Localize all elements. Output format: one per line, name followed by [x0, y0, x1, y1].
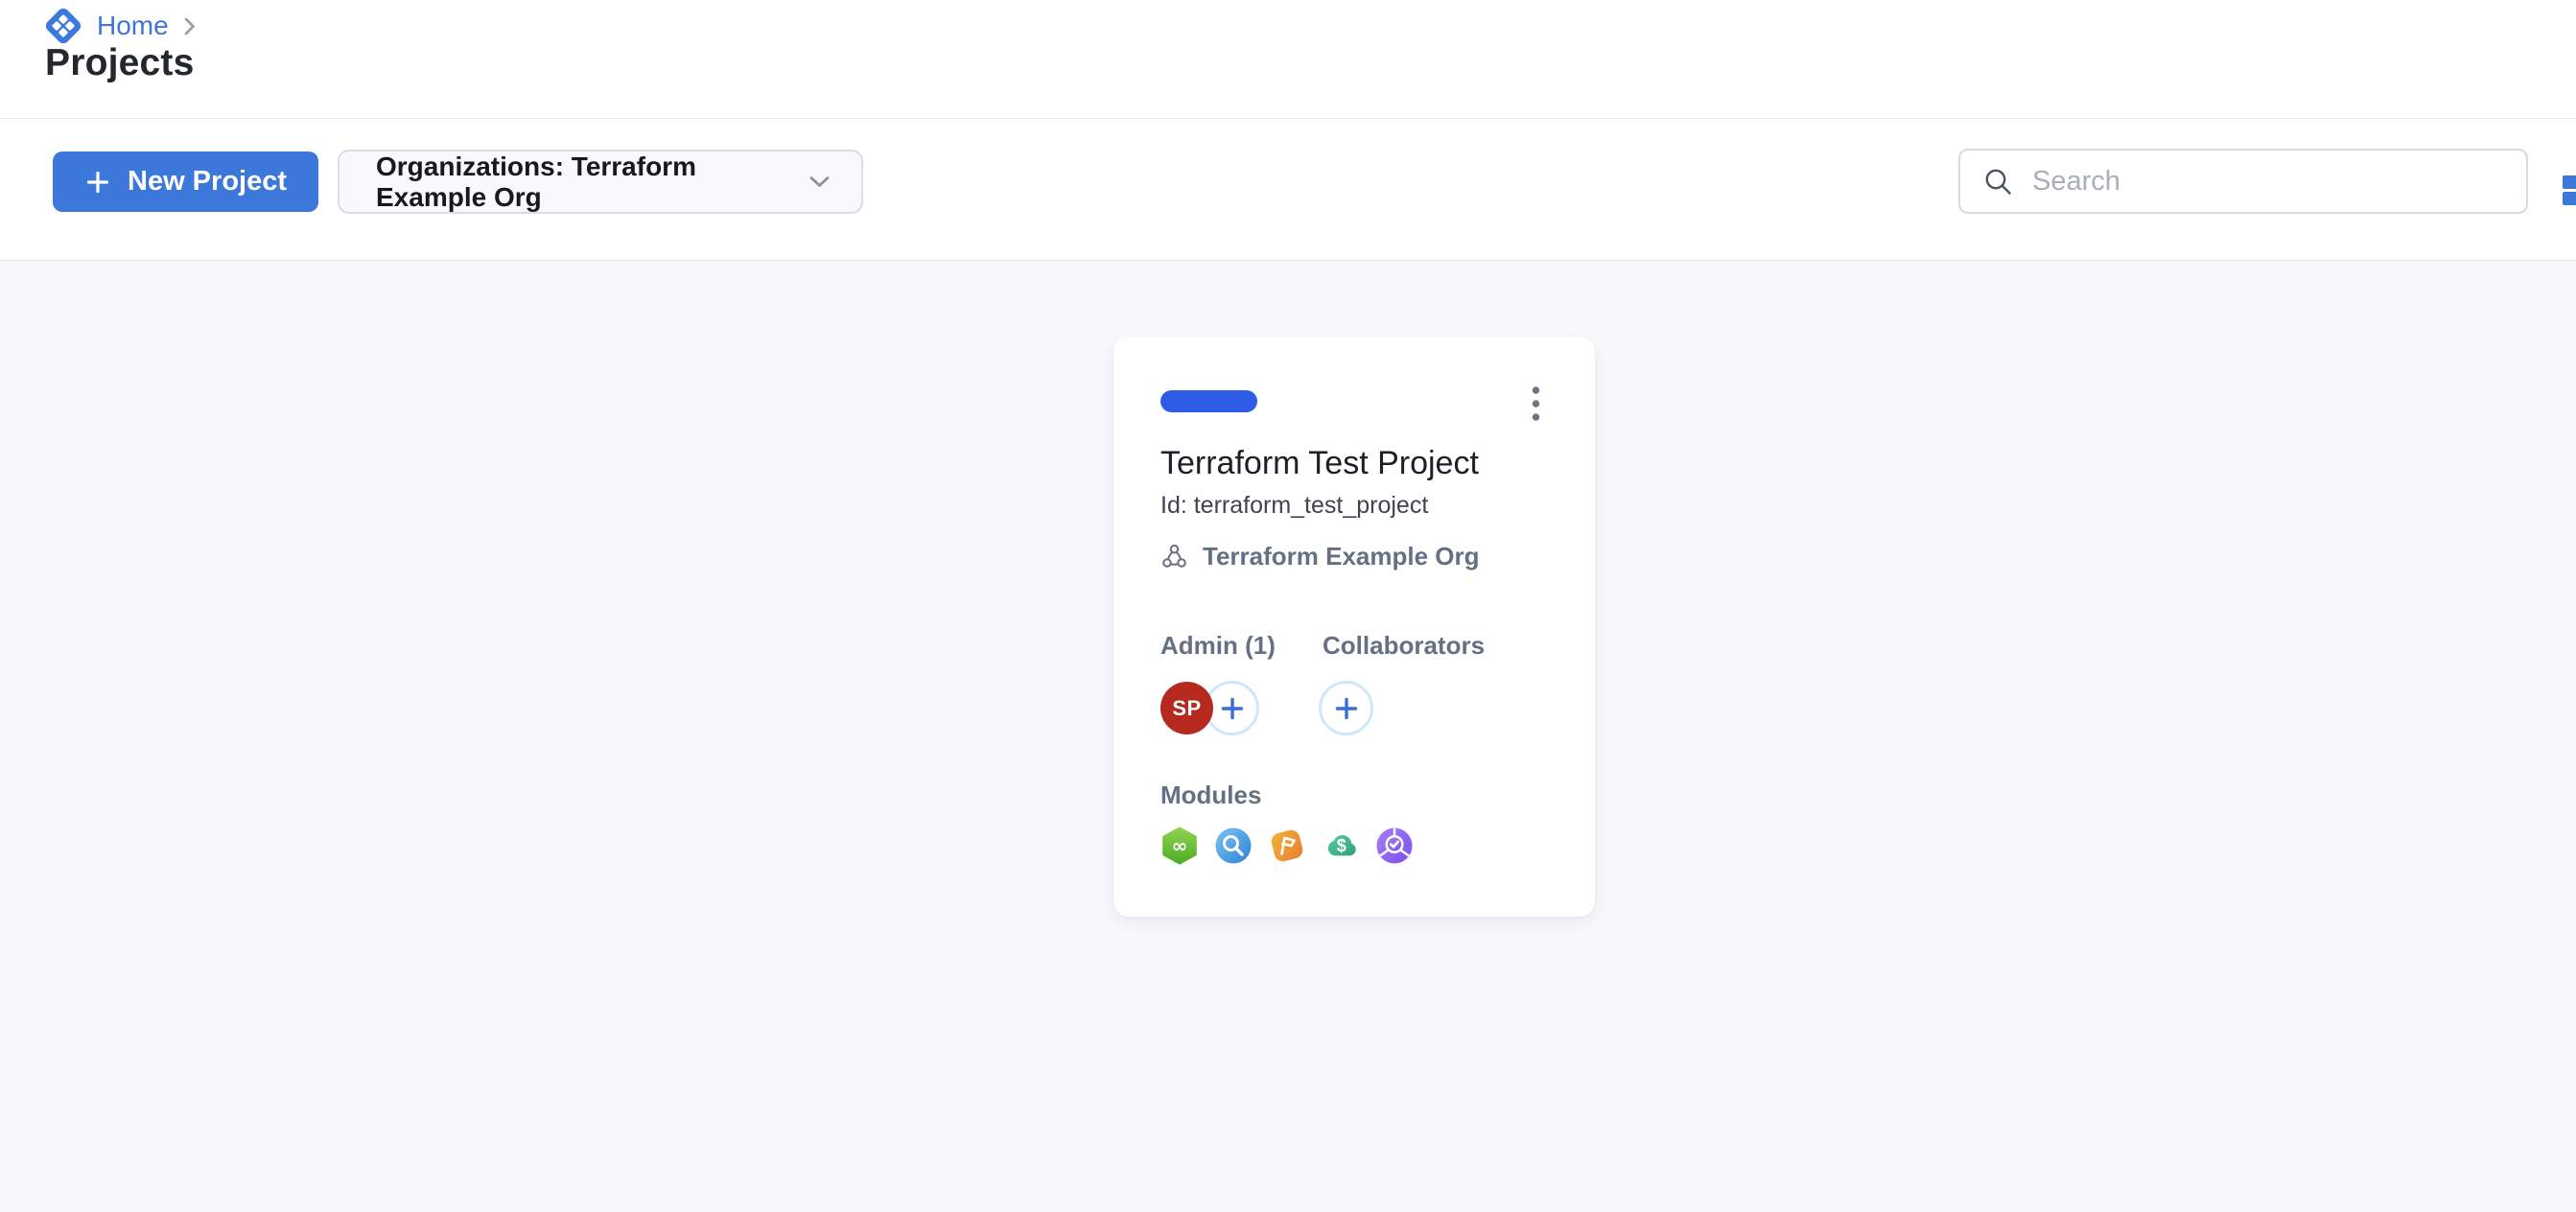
organization-row: Terraform Example Org	[1160, 542, 1548, 571]
chevron-down-icon	[807, 174, 832, 190]
admin-column: Admin (1) SP	[1160, 631, 1323, 736]
infinity-hexagon-module-icon[interactable]: ∞	[1160, 827, 1199, 865]
project-id: Id: terraform_test_project	[1160, 492, 1548, 520]
grid-square-bottom	[2563, 192, 2576, 205]
page-title: Projects	[45, 42, 195, 84]
new-project-label: New Project	[128, 166, 287, 198]
new-project-button[interactable]: New Project	[53, 152, 318, 212]
flag-square-module-icon[interactable]	[1268, 827, 1306, 865]
plus-icon	[1220, 696, 1245, 721]
search-circle-module-icon[interactable]	[1214, 827, 1253, 865]
svg-text:$: $	[1337, 836, 1347, 855]
organizations-filter-select[interactable]: Organizations: Terraform Example Org	[338, 150, 863, 214]
toolbar: New Project Organizations: Terraform Exa…	[0, 120, 2576, 261]
collaborators-label: Collaborators	[1323, 631, 1485, 661]
collaborators-column: Collaborators	[1323, 631, 1485, 736]
organizations-filter-value: Organizations: Terraform Example Org	[376, 152, 807, 213]
chevron-right-icon	[181, 13, 198, 39]
search-icon	[1982, 166, 2014, 198]
add-collaborator-button[interactable]	[1319, 681, 1373, 735]
dollar-cloud-module-icon[interactable]: $	[1322, 827, 1360, 865]
grid-view-toggle-icon[interactable]	[2563, 175, 2576, 205]
plus-icon	[1334, 696, 1359, 721]
admin-avatar-group: SP	[1160, 681, 1266, 736]
check-pie-circle-module-icon[interactable]	[1375, 827, 1414, 865]
modules-icons-row: ∞	[1160, 827, 1548, 865]
members-row: Admin (1) SP Collaborators	[1160, 631, 1548, 736]
plus-icon	[84, 169, 111, 196]
app-logo-icon[interactable]	[42, 5, 84, 47]
card-top-row	[1160, 384, 1548, 422]
page-header: Home Projects	[0, 0, 2576, 119]
search-input[interactable]	[2030, 165, 2504, 198]
modules-section: Modules ∞	[1160, 781, 1548, 865]
modules-label: Modules	[1160, 781, 1548, 810]
grid-square-top	[2563, 175, 2576, 189]
main-content: Terraform Test Project Id: terraform_tes…	[0, 261, 2576, 1212]
admin-label: Admin (1)	[1160, 631, 1323, 661]
search-box	[1958, 149, 2528, 214]
organization-name[interactable]: Terraform Example Org	[1203, 542, 1480, 571]
breadcrumb-home-link[interactable]: Home	[97, 11, 169, 41]
svg-text:∞: ∞	[1172, 834, 1188, 857]
kebab-menu-icon[interactable]	[1524, 384, 1548, 427]
admin-avatar[interactable]: SP	[1160, 682, 1213, 734]
breadcrumb: Home	[42, 5, 198, 47]
organization-icon	[1160, 543, 1188, 571]
project-card: Terraform Test Project Id: terraform_tes…	[1113, 337, 1595, 917]
project-title[interactable]: Terraform Test Project	[1160, 445, 1548, 482]
project-color-pill	[1160, 390, 1257, 412]
